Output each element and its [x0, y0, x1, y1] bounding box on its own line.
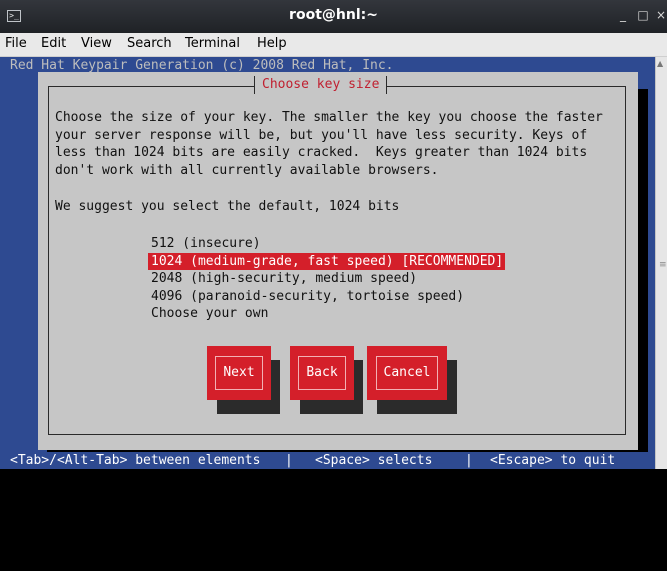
next-button[interactable]: Next: [207, 346, 271, 400]
menu-help[interactable]: Help: [257, 36, 287, 51]
back-button[interactable]: Back: [290, 346, 354, 400]
scroll-grip-icon[interactable]: ≡: [659, 261, 667, 270]
key-size-list[interactable]: 512 (insecure) 1024 (medium-grade, fast …: [148, 235, 518, 323]
next-button-label: Next: [215, 356, 263, 390]
window-titlebar: >_ root@hnl:~ _ □ ×: [0, 0, 667, 33]
terminal-header: Red Hat Keypair Generation (c) 2008 Red …: [10, 58, 394, 73]
menu-search[interactable]: Search: [127, 36, 172, 51]
window-title: root@hnl:~: [289, 7, 378, 23]
menu-bar: File Edit View Search Terminal Help: [0, 33, 667, 57]
cancel-button-label: Cancel: [375, 356, 439, 390]
cancel-button[interactable]: Cancel: [367, 346, 447, 400]
menu-edit[interactable]: Edit: [41, 36, 66, 51]
minimize-button[interactable]: _: [616, 8, 630, 22]
key-size-dialog: Choose key size Choose the size of your …: [38, 72, 638, 450]
dialog-suggestion: We suggest you select the default, 1024 …: [55, 199, 400, 214]
back-button-label: Back: [298, 356, 346, 390]
option-custom[interactable]: Choose your own: [148, 305, 518, 323]
dialog-title: Choose key size: [254, 76, 388, 94]
scroll-up-icon[interactable]: ▲: [657, 59, 663, 68]
close-button[interactable]: ×: [654, 8, 667, 22]
maximize-button[interactable]: □: [636, 8, 650, 22]
option-2048[interactable]: 2048 (high-security, medium speed): [148, 270, 518, 288]
option-4096[interactable]: 4096 (paranoid-security, tortoise speed): [148, 288, 518, 306]
status-separator-1: |: [285, 453, 293, 468]
terminal-area[interactable]: Red Hat Keypair Generation (c) 2008 Red …: [0, 57, 655, 469]
tab-hint: <Tab>/<Alt-Tab> between elements: [10, 453, 261, 468]
terminal-scrollbar[interactable]: ▲ ≡: [655, 57, 667, 469]
menu-terminal[interactable]: Terminal: [185, 36, 240, 51]
option-1024-selected[interactable]: 1024 (medium-grade, fast speed) [RECOMME…: [148, 252, 506, 270]
dialog-description: Choose the size of your key. The smaller…: [55, 110, 603, 178]
menu-file[interactable]: File: [5, 36, 27, 51]
menu-view[interactable]: View: [81, 36, 112, 51]
escape-hint: <Escape> to quit: [490, 453, 616, 468]
status-line: <Tab>/<Alt-Tab> between elements | <Spac…: [0, 452, 655, 469]
space-hint: <Space> selects: [315, 453, 433, 468]
status-separator-2: |: [465, 453, 473, 468]
option-512[interactable]: 512 (insecure): [148, 235, 518, 253]
